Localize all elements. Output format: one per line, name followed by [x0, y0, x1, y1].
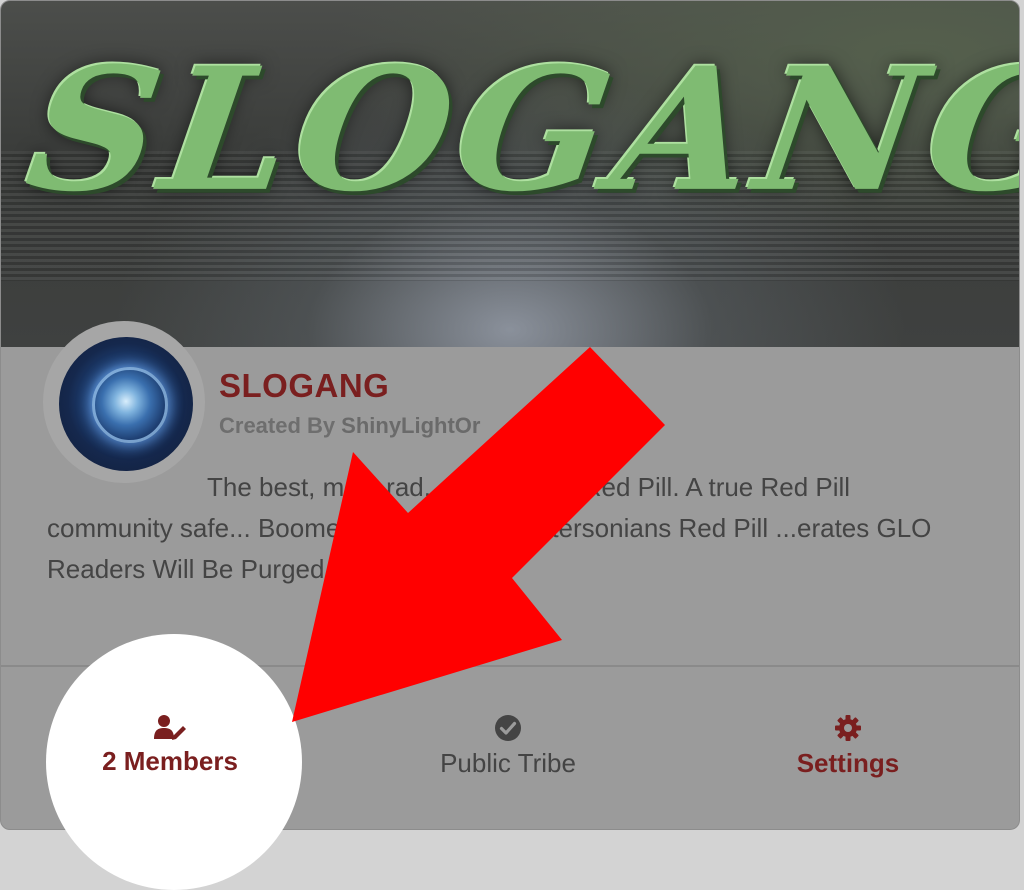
red-arrow-annotation — [292, 347, 665, 722]
